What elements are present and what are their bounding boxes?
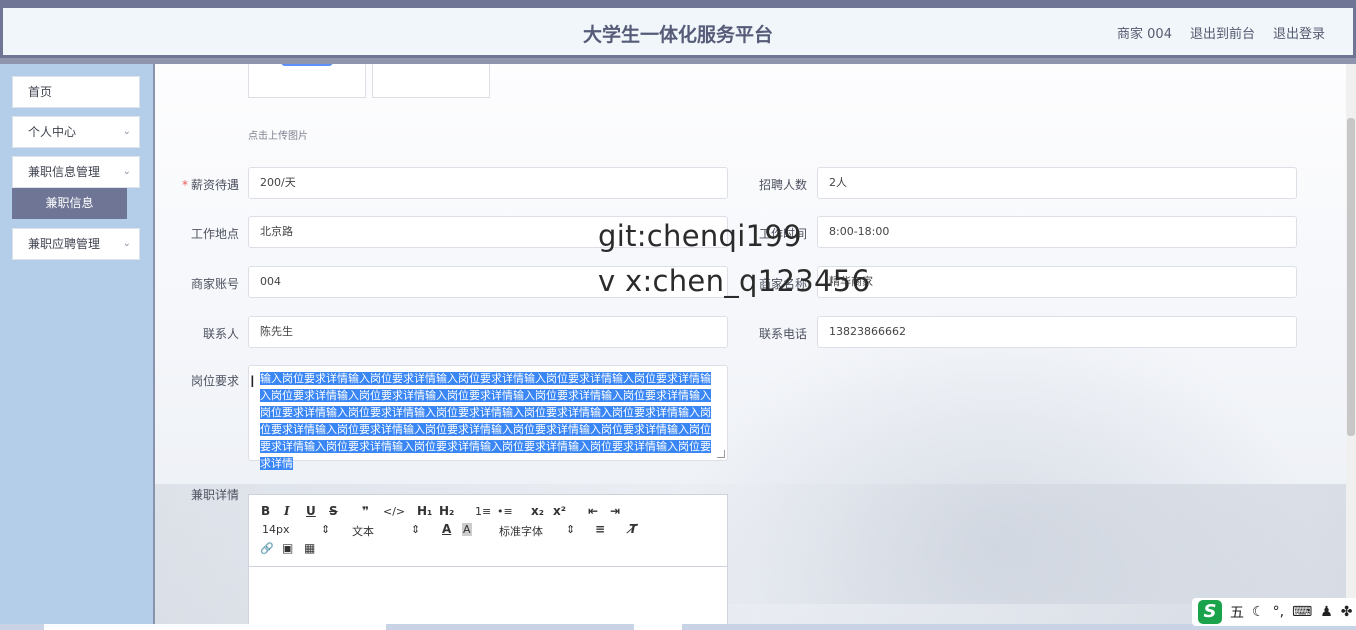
location-label: 工作地点: [190, 227, 239, 241]
requirements-textarea[interactable]: 输入岗位要求详情输入岗位要求详情输入岗位要求详情输入岗位要求详情输入岗位要求详情…: [248, 365, 728, 470]
heading1-icon[interactable]: H₁: [417, 504, 432, 518]
merchant-user-link[interactable]: 商家 004: [1117, 23, 1172, 42]
outdent-icon[interactable]: ⇤: [588, 504, 598, 518]
indent-icon[interactable]: ⇥: [610, 504, 620, 518]
chevron-down-icon: ⌄: [122, 238, 131, 249]
details-label: 兼职详情: [190, 488, 239, 502]
bold-icon[interactable]: B: [261, 504, 270, 518]
sidebar-item-label: 个人中心: [28, 125, 77, 139]
contact-label: 联系人: [202, 327, 239, 341]
font-family-select-arrow-icon[interactable]: ⇕: [566, 523, 575, 536]
chevron-up-icon: ⌄: [122, 166, 131, 177]
block-type-select-arrow-icon[interactable]: ⇕: [411, 523, 420, 536]
block-type-select[interactable]: 文本: [352, 523, 374, 539]
sidebar: 首页 个人中心 ⌄ 兼职信息管理 ⌄ 兼职信息 兼职应聘管理 ⌄: [0, 64, 153, 624]
background-color-icon[interactable]: A: [462, 523, 472, 536]
image-upload-slot[interactable]: [372, 64, 490, 98]
user-icon[interactable]: ♟: [1320, 604, 1333, 620]
ime-toolbar[interactable]: S 五 ☾ °, ⌨ ♟ ✤: [1192, 598, 1356, 626]
phone-label: 联系电话: [758, 327, 807, 341]
selected-text: 输入岗位要求详情输入岗位要求详情输入岗位要求详情输入岗位要求详情输入岗位要求详情…: [260, 372, 711, 470]
align-icon[interactable]: ≡: [595, 522, 605, 536]
background-decoration: [676, 304, 1316, 604]
phone-input[interactable]: 13823866662: [817, 316, 1297, 348]
app-header: 大学生一体化服务平台 商家 004 退出到前台 退出登录: [0, 8, 1356, 58]
sogou-logo-icon[interactable]: S: [1198, 600, 1222, 624]
sidebar-item-profile[interactable]: 个人中心 ⌄: [12, 116, 140, 148]
required-mark: *: [181, 178, 188, 192]
superscript-icon[interactable]: x²: [553, 504, 566, 518]
blockquote-icon[interactable]: ❞: [362, 504, 369, 518]
upload-button[interactable]: [281, 64, 333, 66]
image-upload-preview[interactable]: [248, 64, 366, 98]
sidebar-item-job-info-management[interactable]: 兼职信息管理 ⌄: [12, 156, 140, 188]
punctuation-icon[interactable]: °,: [1273, 604, 1284, 620]
video-icon[interactable]: ▦: [304, 541, 315, 555]
logout-link[interactable]: 退出登录: [1273, 23, 1325, 42]
editor-toolbar: B I U S ❞ </> H₁ H₂ 1≡ •≡ x₂ x² ⇤ ⇥ 14px…: [249, 495, 727, 567]
code-block-icon[interactable]: </>: [383, 505, 405, 518]
clear-format-icon[interactable]: T̸: [629, 522, 637, 536]
image-icon[interactable]: ▣: [282, 541, 293, 555]
merchant-name-input[interactable]: 精华商家: [817, 266, 1297, 298]
sidebar-item-job-application-management[interactable]: 兼职应聘管理 ⌄: [12, 228, 140, 260]
back-to-front-link[interactable]: 退出到前台: [1190, 23, 1255, 42]
header-links: 商家 004 退出到前台 退出登录: [1117, 23, 1325, 42]
requirements-label: 岗位要求: [190, 374, 239, 388]
text-cursor-icon: I: [250, 372, 255, 391]
underline-icon[interactable]: U: [306, 504, 316, 518]
work-time-input[interactable]: 8:00-18:00: [817, 216, 1297, 248]
scrollbar-thumb[interactable]: [1347, 118, 1355, 436]
resize-handle[interactable]: [717, 450, 725, 458]
font-color-icon[interactable]: A: [442, 522, 451, 536]
font-size-select[interactable]: 14px: [262, 523, 290, 536]
ime-mode[interactable]: 五: [1230, 602, 1244, 622]
ordered-list-icon[interactable]: 1≡: [475, 505, 491, 518]
rich-text-editor[interactable]: B I U S ❞ </> H₁ H₂ 1≡ •≡ x₂ x² ⇤ ⇥ 14px…: [248, 494, 728, 624]
top-strip: [0, 0, 1356, 8]
keyboard-icon[interactable]: ⌨: [1292, 604, 1312, 620]
headcount-label: 招聘人数: [758, 178, 807, 192]
merchant-account-label: 商家账号: [190, 277, 239, 291]
contact-input[interactable]: 陈先生: [248, 316, 728, 348]
watermark-line1: git:chenqi199: [598, 219, 802, 253]
bottom-segment: [634, 624, 682, 630]
salary-label: * 薪资待遇: [181, 178, 239, 192]
sidebar-item-label: 首页: [28, 85, 53, 99]
page-scrollbar[interactable]: [1346, 64, 1356, 624]
main-content: 点击上传图片 * 薪资待遇 200/天 招聘人数 2人 工作地点 北京路 工作时间…: [153, 64, 1356, 624]
headcount-input[interactable]: 2人: [817, 167, 1297, 199]
subscript-icon[interactable]: x₂: [531, 504, 544, 518]
link-icon[interactable]: 🔗: [260, 542, 274, 555]
chevron-down-icon: ⌄: [122, 126, 131, 137]
bottom-segment: [44, 624, 386, 630]
bullet-list-icon[interactable]: •≡: [497, 505, 513, 518]
sidebar-item-home[interactable]: 首页: [12, 76, 140, 108]
sidebar-item-label: 兼职应聘管理: [28, 237, 101, 251]
font-size-select-arrow-icon[interactable]: ⇕: [321, 523, 330, 536]
font-family-select[interactable]: 标准字体: [499, 523, 543, 539]
grid-menu-icon[interactable]: ✤: [1341, 604, 1353, 620]
heading2-icon[interactable]: H₂: [439, 504, 454, 518]
sidebar-subitem-job-info[interactable]: 兼职信息: [12, 188, 127, 219]
strikethrough-icon[interactable]: S: [329, 504, 338, 518]
upload-hint: 点击上传图片: [248, 131, 308, 142]
italic-icon[interactable]: I: [284, 504, 290, 518]
moon-icon[interactable]: ☾: [1252, 604, 1265, 620]
salary-input[interactable]: 200/天: [248, 167, 728, 199]
sidebar-item-label: 兼职信息管理: [28, 165, 101, 179]
watermark-line2: v x:chen_q123456: [598, 264, 871, 298]
